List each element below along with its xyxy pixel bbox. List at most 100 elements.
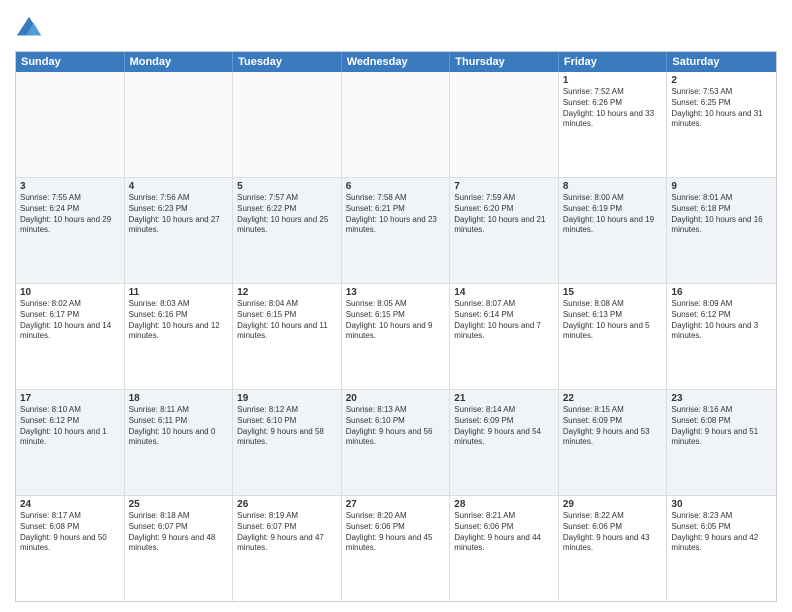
calendar-row-2: 10Sunrise: 8:02 AM Sunset: 6:17 PM Dayli… xyxy=(16,284,776,390)
day-cell-1: 1Sunrise: 7:52 AM Sunset: 6:26 PM Daylig… xyxy=(559,72,668,177)
day-info: Sunrise: 8:23 AM Sunset: 6:05 PM Dayligh… xyxy=(671,511,772,554)
calendar-body: 1Sunrise: 7:52 AM Sunset: 6:26 PM Daylig… xyxy=(16,72,776,601)
day-number: 27 xyxy=(346,499,446,510)
day-info: Sunrise: 8:11 AM Sunset: 6:11 PM Dayligh… xyxy=(129,405,229,448)
day-number: 17 xyxy=(20,393,120,404)
day-cell-23: 23Sunrise: 8:16 AM Sunset: 6:08 PM Dayli… xyxy=(667,390,776,495)
day-cell-17: 17Sunrise: 8:10 AM Sunset: 6:12 PM Dayli… xyxy=(16,390,125,495)
day-cell-6: 6Sunrise: 7:58 AM Sunset: 6:21 PM Daylig… xyxy=(342,178,451,283)
day-cell-29: 29Sunrise: 8:22 AM Sunset: 6:06 PM Dayli… xyxy=(559,496,668,601)
day-cell-7: 7Sunrise: 7:59 AM Sunset: 6:20 PM Daylig… xyxy=(450,178,559,283)
logo-icon xyxy=(15,15,43,43)
day-info: Sunrise: 8:14 AM Sunset: 6:09 PM Dayligh… xyxy=(454,405,554,448)
day-info: Sunrise: 7:52 AM Sunset: 6:26 PM Dayligh… xyxy=(563,87,663,130)
day-info: Sunrise: 8:19 AM Sunset: 6:07 PM Dayligh… xyxy=(237,511,337,554)
day-cell-10: 10Sunrise: 8:02 AM Sunset: 6:17 PM Dayli… xyxy=(16,284,125,389)
header-day-tuesday: Tuesday xyxy=(233,52,342,72)
day-number: 29 xyxy=(563,499,663,510)
calendar-row-0: 1Sunrise: 7:52 AM Sunset: 6:26 PM Daylig… xyxy=(16,72,776,178)
day-info: Sunrise: 8:20 AM Sunset: 6:06 PM Dayligh… xyxy=(346,511,446,554)
empty-cell xyxy=(450,72,559,177)
header-day-monday: Monday xyxy=(125,52,234,72)
day-cell-3: 3Sunrise: 7:55 AM Sunset: 6:24 PM Daylig… xyxy=(16,178,125,283)
day-info: Sunrise: 8:22 AM Sunset: 6:06 PM Dayligh… xyxy=(563,511,663,554)
day-number: 25 xyxy=(129,499,229,510)
day-cell-21: 21Sunrise: 8:14 AM Sunset: 6:09 PM Dayli… xyxy=(450,390,559,495)
calendar-row-1: 3Sunrise: 7:55 AM Sunset: 6:24 PM Daylig… xyxy=(16,178,776,284)
day-number: 4 xyxy=(129,181,229,192)
day-info: Sunrise: 7:58 AM Sunset: 6:21 PM Dayligh… xyxy=(346,193,446,236)
day-cell-15: 15Sunrise: 8:08 AM Sunset: 6:13 PM Dayli… xyxy=(559,284,668,389)
day-number: 9 xyxy=(671,181,772,192)
day-info: Sunrise: 7:56 AM Sunset: 6:23 PM Dayligh… xyxy=(129,193,229,236)
day-cell-9: 9Sunrise: 8:01 AM Sunset: 6:18 PM Daylig… xyxy=(667,178,776,283)
day-info: Sunrise: 7:55 AM Sunset: 6:24 PM Dayligh… xyxy=(20,193,120,236)
day-info: Sunrise: 8:16 AM Sunset: 6:08 PM Dayligh… xyxy=(671,405,772,448)
day-number: 19 xyxy=(237,393,337,404)
day-info: Sunrise: 8:21 AM Sunset: 6:06 PM Dayligh… xyxy=(454,511,554,554)
day-number: 15 xyxy=(563,287,663,298)
day-cell-2: 2Sunrise: 7:53 AM Sunset: 6:25 PM Daylig… xyxy=(667,72,776,177)
empty-cell xyxy=(16,72,125,177)
calendar-row-3: 17Sunrise: 8:10 AM Sunset: 6:12 PM Dayli… xyxy=(16,390,776,496)
day-number: 7 xyxy=(454,181,554,192)
day-number: 11 xyxy=(129,287,229,298)
day-info: Sunrise: 8:09 AM Sunset: 6:12 PM Dayligh… xyxy=(671,299,772,342)
day-cell-20: 20Sunrise: 8:13 AM Sunset: 6:10 PM Dayli… xyxy=(342,390,451,495)
day-cell-11: 11Sunrise: 8:03 AM Sunset: 6:16 PM Dayli… xyxy=(125,284,234,389)
day-cell-19: 19Sunrise: 8:12 AM Sunset: 6:10 PM Dayli… xyxy=(233,390,342,495)
header-day-thursday: Thursday xyxy=(450,52,559,72)
day-info: Sunrise: 7:53 AM Sunset: 6:25 PM Dayligh… xyxy=(671,87,772,130)
header-day-wednesday: Wednesday xyxy=(342,52,451,72)
day-number: 2 xyxy=(671,75,772,86)
day-number: 22 xyxy=(563,393,663,404)
day-number: 23 xyxy=(671,393,772,404)
day-cell-26: 26Sunrise: 8:19 AM Sunset: 6:07 PM Dayli… xyxy=(233,496,342,601)
day-info: Sunrise: 7:59 AM Sunset: 6:20 PM Dayligh… xyxy=(454,193,554,236)
day-number: 3 xyxy=(20,181,120,192)
day-cell-27: 27Sunrise: 8:20 AM Sunset: 6:06 PM Dayli… xyxy=(342,496,451,601)
day-info: Sunrise: 8:17 AM Sunset: 6:08 PM Dayligh… xyxy=(20,511,120,554)
day-info: Sunrise: 8:00 AM Sunset: 6:19 PM Dayligh… xyxy=(563,193,663,236)
day-cell-5: 5Sunrise: 7:57 AM Sunset: 6:22 PM Daylig… xyxy=(233,178,342,283)
day-info: Sunrise: 8:15 AM Sunset: 6:09 PM Dayligh… xyxy=(563,405,663,448)
day-number: 10 xyxy=(20,287,120,298)
day-number: 8 xyxy=(563,181,663,192)
day-cell-12: 12Sunrise: 8:04 AM Sunset: 6:15 PM Dayli… xyxy=(233,284,342,389)
day-info: Sunrise: 8:12 AM Sunset: 6:10 PM Dayligh… xyxy=(237,405,337,448)
day-number: 28 xyxy=(454,499,554,510)
day-number: 21 xyxy=(454,393,554,404)
day-number: 26 xyxy=(237,499,337,510)
day-info: Sunrise: 8:18 AM Sunset: 6:07 PM Dayligh… xyxy=(129,511,229,554)
day-cell-8: 8Sunrise: 8:00 AM Sunset: 6:19 PM Daylig… xyxy=(559,178,668,283)
day-info: Sunrise: 8:02 AM Sunset: 6:17 PM Dayligh… xyxy=(20,299,120,342)
day-number: 16 xyxy=(671,287,772,298)
day-number: 12 xyxy=(237,287,337,298)
day-cell-25: 25Sunrise: 8:18 AM Sunset: 6:07 PM Dayli… xyxy=(125,496,234,601)
header-day-friday: Friday xyxy=(559,52,668,72)
day-number: 24 xyxy=(20,499,120,510)
day-info: Sunrise: 8:04 AM Sunset: 6:15 PM Dayligh… xyxy=(237,299,337,342)
day-cell-30: 30Sunrise: 8:23 AM Sunset: 6:05 PM Dayli… xyxy=(667,496,776,601)
day-info: Sunrise: 8:05 AM Sunset: 6:15 PM Dayligh… xyxy=(346,299,446,342)
day-number: 5 xyxy=(237,181,337,192)
day-number: 14 xyxy=(454,287,554,298)
day-cell-13: 13Sunrise: 8:05 AM Sunset: 6:15 PM Dayli… xyxy=(342,284,451,389)
page: SundayMondayTuesdayWednesdayThursdayFrid… xyxy=(0,0,792,612)
calendar-row-4: 24Sunrise: 8:17 AM Sunset: 6:08 PM Dayli… xyxy=(16,496,776,601)
calendar-header: SundayMondayTuesdayWednesdayThursdayFrid… xyxy=(16,52,776,72)
day-info: Sunrise: 8:08 AM Sunset: 6:13 PM Dayligh… xyxy=(563,299,663,342)
day-number: 20 xyxy=(346,393,446,404)
header-day-sunday: Sunday xyxy=(16,52,125,72)
day-cell-18: 18Sunrise: 8:11 AM Sunset: 6:11 PM Dayli… xyxy=(125,390,234,495)
day-cell-14: 14Sunrise: 8:07 AM Sunset: 6:14 PM Dayli… xyxy=(450,284,559,389)
day-number: 18 xyxy=(129,393,229,404)
day-info: Sunrise: 8:03 AM Sunset: 6:16 PM Dayligh… xyxy=(129,299,229,342)
day-cell-24: 24Sunrise: 8:17 AM Sunset: 6:08 PM Dayli… xyxy=(16,496,125,601)
empty-cell xyxy=(233,72,342,177)
day-number: 30 xyxy=(671,499,772,510)
day-cell-22: 22Sunrise: 8:15 AM Sunset: 6:09 PM Dayli… xyxy=(559,390,668,495)
day-cell-16: 16Sunrise: 8:09 AM Sunset: 6:12 PM Dayli… xyxy=(667,284,776,389)
logo xyxy=(15,15,45,43)
header xyxy=(15,10,777,43)
